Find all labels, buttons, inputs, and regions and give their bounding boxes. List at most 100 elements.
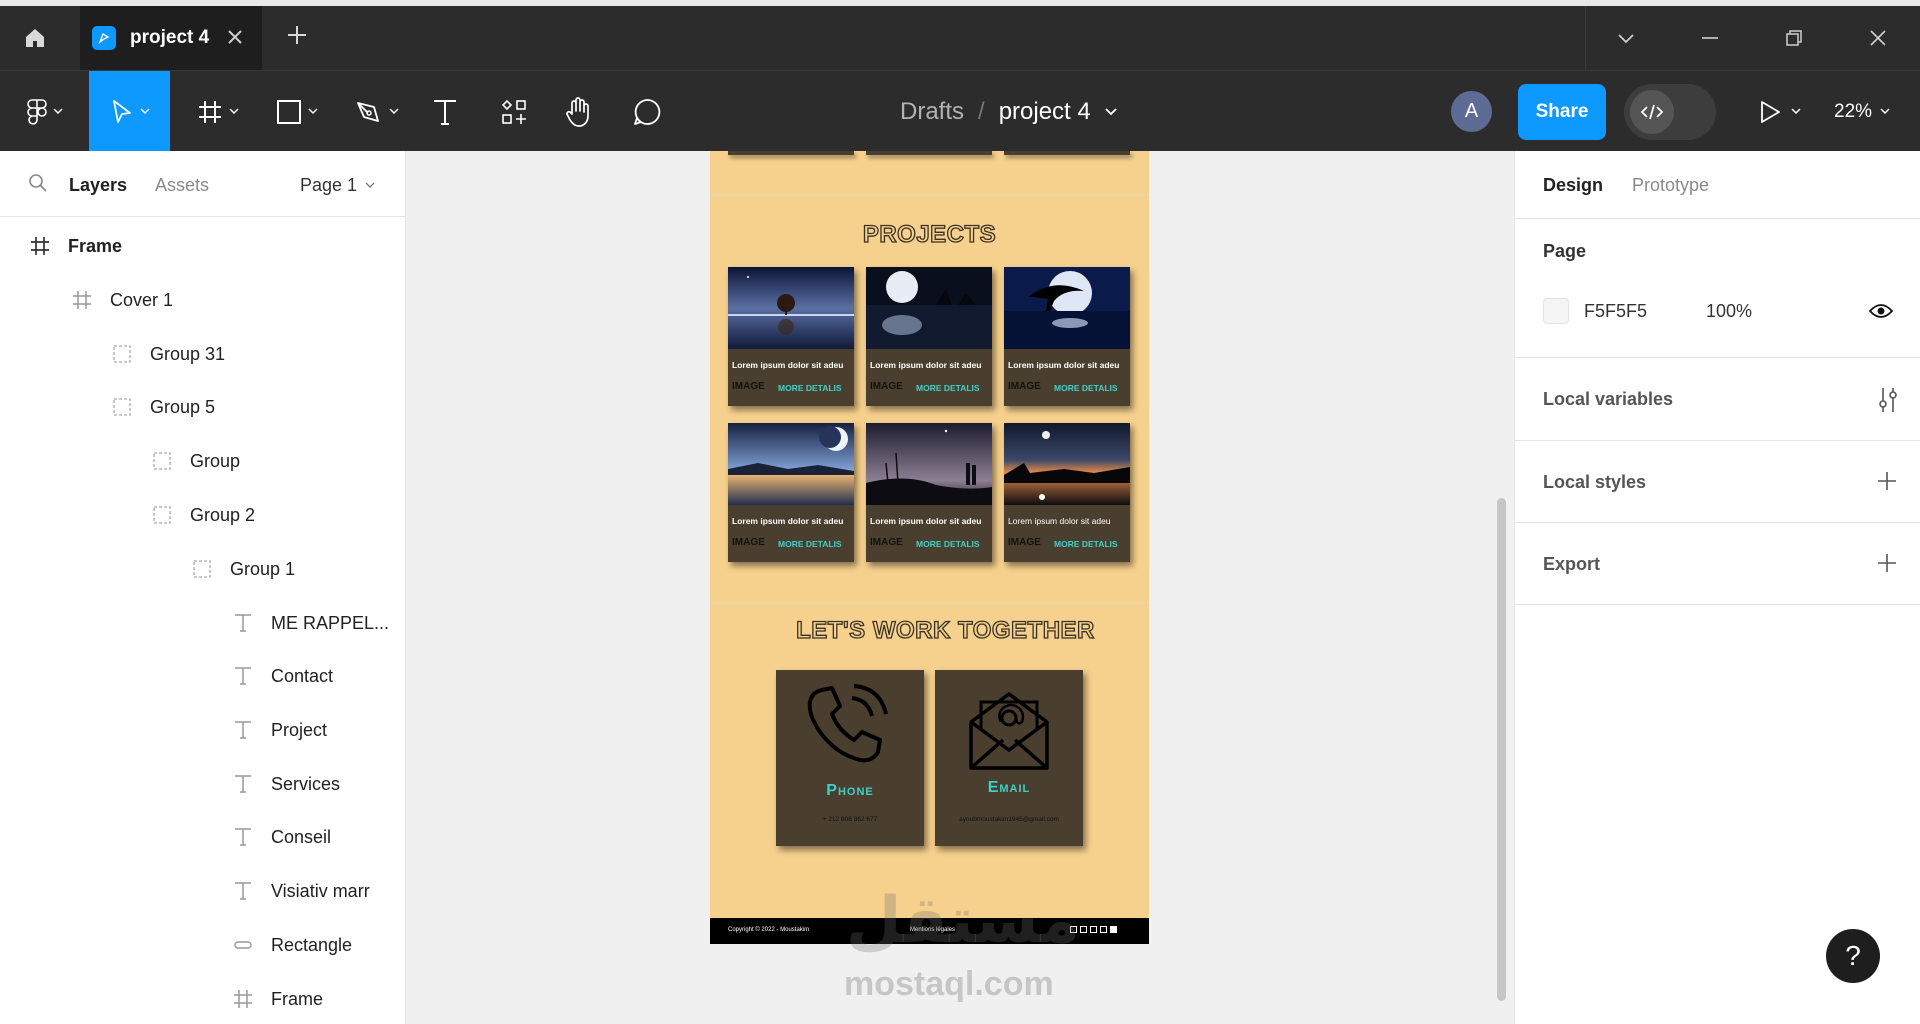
resources-button[interactable] [494, 71, 534, 152]
restore-button[interactable] [1754, 6, 1834, 70]
layer-item[interactable]: Group [150, 441, 240, 481]
chevron-down-icon [1880, 108, 1890, 115]
more-details-link[interactable]: MORE DETALIS [1054, 539, 1118, 549]
social-icon[interactable] [1090, 926, 1097, 933]
tab-prototype[interactable]: Prototype [1632, 175, 1709, 196]
layer-label: Group 2 [190, 504, 256, 525]
layer-item[interactable]: Visiativ marr [231, 871, 370, 911]
project-card[interactable]: Lorem ipsum dolor sit adeu IMAGE MORE DE… [1004, 423, 1130, 562]
eye-icon[interactable] [1869, 303, 1893, 319]
more-details-link[interactable]: MORE DETALIS [778, 539, 842, 549]
chevron-down-icon[interactable] [1105, 107, 1117, 116]
hand-tool-button[interactable] [558, 71, 600, 152]
layer-item[interactable]: Group 1 [190, 549, 295, 589]
projects-title: PROJECTS [862, 220, 997, 248]
breadcrumb-file-name[interactable]: project 4 [999, 98, 1091, 126]
sliders-icon[interactable] [1877, 386, 1899, 414]
card-image-label: IMAGE [1008, 537, 1041, 548]
home-button[interactable] [0, 6, 70, 70]
layer-label: Rectangle [271, 934, 353, 955]
text-tool-button[interactable] [426, 71, 464, 152]
page-color-value[interactable]: F5F5F5 [1584, 301, 1647, 322]
avatar[interactable]: A [1451, 91, 1492, 132]
layer-item[interactable]: Frame [28, 226, 122, 266]
couple-silhouette-image [866, 423, 992, 505]
group-icon [190, 557, 214, 581]
layer-item[interactable]: Group 2 [150, 495, 255, 535]
email-icon [969, 692, 1049, 770]
phone-value: + 212 808 862 677 [822, 816, 878, 823]
layer-item[interactable]: ME RAPPEL... [231, 603, 389, 643]
project-card[interactable]: Lorem ipsum dolor sit adeu IMAGE MORE DE… [866, 423, 992, 562]
canvas[interactable]: PROJECTS Lorem ipsum dolor sit adeu IMAG… [406, 151, 1514, 1024]
close-icon[interactable] [226, 28, 244, 46]
shape-tool-button[interactable] [268, 71, 326, 152]
social-icon[interactable] [1110, 926, 1117, 933]
comment-tool-button[interactable] [626, 71, 668, 152]
file-tab[interactable]: project 4 [80, 6, 262, 70]
pen-tool-button[interactable] [348, 71, 406, 152]
layer-label: Frame [68, 235, 123, 256]
layer-item[interactable]: Group 5 [110, 387, 215, 427]
tree-reflection-image [728, 267, 854, 349]
more-details-link[interactable]: MORE DETALIS [916, 383, 980, 393]
breadcrumb: Drafts / project 4 [900, 71, 1117, 152]
more-details-link[interactable]: MORE DETALIS [1054, 383, 1118, 393]
search-icon[interactable] [28, 173, 48, 193]
tabs-dropdown-button[interactable] [1586, 6, 1666, 70]
social-icon[interactable] [1080, 926, 1087, 933]
share-button[interactable]: Share [1518, 84, 1606, 140]
more-details-link[interactable]: MORE DETALIS [778, 383, 842, 393]
tab-layers[interactable]: Layers [69, 175, 127, 196]
plus-icon[interactable] [1877, 471, 1897, 491]
layer-item[interactable]: Project [231, 710, 327, 750]
design-frame[interactable]: PROJECTS Lorem ipsum dolor sit adeu IMAG… [710, 151, 1149, 944]
email-card[interactable]: Email ayoubmoustakim1945@gmail.com [935, 670, 1083, 846]
layer-item[interactable]: Rectangle [231, 925, 352, 965]
zoom-control[interactable]: 22% [1834, 71, 1890, 152]
minimize-button[interactable] [1670, 6, 1750, 70]
local-styles-row[interactable]: Local styles [1515, 441, 1920, 523]
frame-icon [231, 987, 255, 1011]
move-tool-button[interactable] [89, 71, 170, 152]
plus-icon[interactable] [286, 24, 308, 46]
page-color-swatch[interactable] [1543, 298, 1569, 324]
layer-label: Visiativ marr [271, 880, 370, 901]
footer-copyright: Copyright © 2022 - Moustakim [728, 927, 810, 933]
phone-card[interactable]: Phone + 212 808 862 677 [776, 670, 924, 846]
project-card[interactable]: Lorem ipsum dolor sit adeu IMAGE MORE DE… [728, 423, 854, 562]
more-details-link[interactable]: MORE DETALIS [916, 539, 980, 549]
layer-item[interactable]: Contact [231, 656, 333, 696]
layer-item[interactable]: Conseil [231, 817, 331, 857]
project-card[interactable]: Lorem ipsum dolor sit adeu IMAGE MORE DE… [1004, 267, 1130, 406]
present-button[interactable] [1750, 71, 1810, 152]
layer-item[interactable]: Frame [231, 979, 323, 1019]
plus-icon[interactable] [1877, 553, 1897, 573]
social-icon[interactable] [1100, 926, 1107, 933]
tab-assets[interactable]: Assets [155, 175, 209, 196]
window-close-button[interactable] [1838, 6, 1918, 70]
layer-item[interactable]: Group 31 [110, 334, 225, 374]
tab-design[interactable]: Design [1543, 175, 1603, 196]
main-menu-button[interactable] [14, 71, 76, 152]
card-image-label: IMAGE [870, 537, 903, 548]
breadcrumb-separator: / [978, 97, 985, 125]
frame-tool-button[interactable] [188, 71, 248, 152]
resources-icon [501, 99, 526, 124]
project-card[interactable]: Lorem ipsum dolor sit adeu IMAGE MORE DE… [866, 267, 992, 406]
layer-label: Group [190, 450, 241, 471]
export-row[interactable]: Export [1515, 523, 1920, 605]
layer-item[interactable]: Services [231, 764, 340, 804]
email-label: Email [987, 779, 1031, 796]
dev-mode-toggle[interactable] [1624, 84, 1716, 140]
help-button[interactable]: ? [1826, 929, 1880, 983]
page-selector[interactable]: Page 1 [300, 175, 375, 196]
layer-label: Services [271, 773, 341, 794]
card-description: Lorem ipsum dolor sit adeu [1008, 360, 1120, 370]
local-variables-row[interactable]: Local variables [1515, 358, 1920, 441]
breadcrumb-drafts[interactable]: Drafts [900, 98, 964, 126]
layer-item[interactable]: Cover 1 [70, 280, 173, 320]
canvas-scrollbar[interactable] [1497, 498, 1506, 1001]
page-opacity-value[interactable]: 100% [1706, 301, 1752, 322]
project-card[interactable]: Lorem ipsum dolor sit adeu IMAGE MORE DE… [728, 267, 854, 406]
